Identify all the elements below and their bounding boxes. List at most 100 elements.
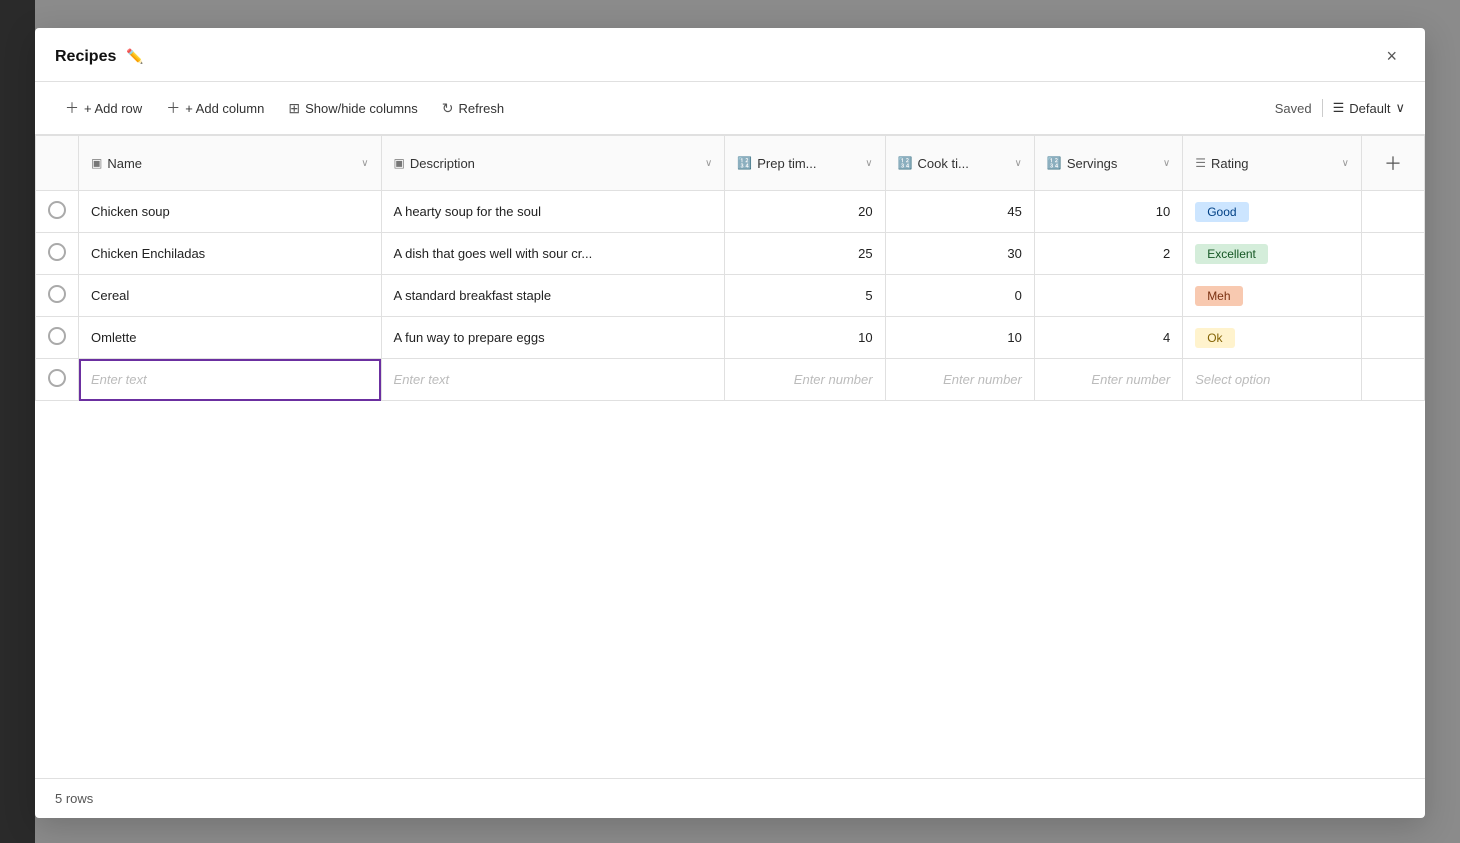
new-row-rating-cell[interactable]: Select option	[1183, 359, 1362, 401]
cell-servings-1[interactable]: 2	[1034, 233, 1182, 275]
cell-servings-2[interactable]	[1034, 275, 1182, 317]
cell-extra-2	[1362, 275, 1425, 317]
prep-col-label: Prep tim...	[757, 156, 816, 171]
cell-prep-1[interactable]: 25	[725, 233, 885, 275]
checkbox-circle-1[interactable]	[48, 243, 66, 261]
new-row-desc-cell[interactable]: Enter text	[381, 359, 725, 401]
default-view-button[interactable]: ☰ Default ∨	[1333, 100, 1405, 116]
list-view-icon: ☰	[1333, 100, 1345, 116]
new-row-checkbox[interactable]	[36, 359, 79, 401]
cell-cook-0[interactable]: 45	[885, 191, 1034, 233]
cell-extra-0	[1362, 191, 1425, 233]
row-checkbox-1[interactable]	[36, 233, 79, 275]
column-header-prep-time[interactable]: 🔢 Prep tim... ∨	[725, 136, 885, 191]
checkbox-header	[36, 136, 79, 191]
new-row-checkbox-circle[interactable]	[48, 369, 66, 387]
add-row-button[interactable]: ＋ + Add row	[55, 92, 152, 124]
checkbox-circle-2[interactable]	[48, 285, 66, 303]
cell-desc-3[interactable]: A fun way to prepare eggs	[381, 317, 725, 359]
recipes-table: ▣ Name ∨ ▣ Description ∨	[35, 135, 1425, 401]
cell-desc-0[interactable]: A hearty soup for the soul	[381, 191, 725, 233]
modal-header: Recipes ✏️ ×	[35, 28, 1425, 82]
column-header-description[interactable]: ▣ Description ∨	[381, 136, 725, 191]
rating-col-label: Rating	[1211, 156, 1249, 171]
cell-rating-0[interactable]: Good	[1183, 191, 1362, 233]
show-hide-columns-button[interactable]: ⊞ Show/hide columns	[278, 94, 427, 123]
cell-extra-3	[1362, 317, 1425, 359]
table-row: Chicken Enchiladas A dish that goes well…	[36, 233, 1425, 275]
desc-col-label: Description	[410, 156, 475, 171]
add-row-icon: ＋	[65, 98, 79, 118]
new-row-name-cell[interactable]: Enter text	[79, 359, 382, 401]
cell-desc-2[interactable]: A standard breakfast staple	[381, 275, 725, 317]
data-table-container: ▣ Name ∨ ▣ Description ∨	[35, 135, 1425, 778]
cook-col-icon: 🔢	[898, 156, 913, 170]
row-checkbox-2[interactable]	[36, 275, 79, 317]
prep-sort-icon[interactable]: ∨	[865, 158, 872, 169]
checkbox-circle-3[interactable]	[48, 327, 66, 345]
cell-prep-2[interactable]: 5	[725, 275, 885, 317]
servings-col-label: Servings	[1067, 156, 1118, 171]
cell-cook-2[interactable]: 0	[885, 275, 1034, 317]
refresh-button[interactable]: ↻ Refresh	[432, 94, 514, 123]
checkbox-circle-0[interactable]	[48, 201, 66, 219]
cell-name-1[interactable]: Chicken Enchiladas	[79, 233, 382, 275]
name-sort-icon[interactable]: ∨	[361, 158, 368, 169]
column-header-name[interactable]: ▣ Name ∨	[79, 136, 382, 191]
close-button[interactable]: ×	[1378, 42, 1405, 71]
chevron-down-icon: ∨	[1395, 100, 1405, 116]
table-footer: 5 rows	[35, 778, 1425, 818]
desc-col-icon: ▣	[394, 156, 405, 170]
add-column-header[interactable]: ＋	[1362, 136, 1425, 191]
cell-rating-2[interactable]: Meh	[1183, 275, 1362, 317]
prep-col-icon: 🔢	[737, 156, 752, 170]
modal-title: Recipes	[55, 48, 116, 66]
saved-label: Saved	[1275, 101, 1312, 116]
row-checkbox-0[interactable]	[36, 191, 79, 233]
toolbar: ＋ + Add row ＋ + Add column ⊞ Show/hide c…	[35, 82, 1425, 135]
desc-sort-icon[interactable]: ∨	[705, 158, 712, 169]
cell-servings-0[interactable]: 10	[1034, 191, 1182, 233]
cell-rating-1[interactable]: Excellent	[1183, 233, 1362, 275]
show-hide-icon: ⊞	[288, 100, 300, 117]
cell-name-3[interactable]: Omlette	[79, 317, 382, 359]
cell-name-2[interactable]: Cereal	[79, 275, 382, 317]
rating-col-icon: ☰	[1195, 156, 1206, 170]
name-col-label: Name	[107, 156, 142, 171]
rating-badge-1: Excellent	[1195, 244, 1268, 264]
new-row: Enter text Enter text Enter number Enter…	[36, 359, 1425, 401]
name-col-icon: ▣	[91, 156, 102, 170]
column-header-rating[interactable]: ☰ Rating ∨	[1183, 136, 1362, 191]
cell-servings-3[interactable]: 4	[1034, 317, 1182, 359]
cook-sort-icon[interactable]: ∨	[1015, 158, 1022, 169]
new-row-servings-cell[interactable]: Enter number	[1034, 359, 1182, 401]
cell-rating-3[interactable]: Ok	[1183, 317, 1362, 359]
cell-cook-3[interactable]: 10	[885, 317, 1034, 359]
cell-name-0[interactable]: Chicken soup	[79, 191, 382, 233]
refresh-icon: ↻	[442, 100, 454, 117]
table-row: Omlette A fun way to prepare eggs 10 10 …	[36, 317, 1425, 359]
table-header-row: ▣ Name ∨ ▣ Description ∨	[36, 136, 1425, 191]
rating-sort-icon[interactable]: ∨	[1342, 158, 1349, 169]
column-header-cook-time[interactable]: 🔢 Cook ti... ∨	[885, 136, 1034, 191]
servings-col-icon: 🔢	[1047, 156, 1062, 170]
cell-prep-0[interactable]: 20	[725, 191, 885, 233]
new-row-prep-cell[interactable]: Enter number	[725, 359, 885, 401]
cell-desc-1[interactable]: A dish that goes well with sour cr...	[381, 233, 725, 275]
rating-badge-2: Meh	[1195, 286, 1242, 306]
add-column-header-button[interactable]: ＋	[1374, 146, 1412, 180]
column-header-servings[interactable]: 🔢 Servings ∨	[1034, 136, 1182, 191]
new-row-cook-cell[interactable]: Enter number	[885, 359, 1034, 401]
new-row-extra	[1362, 359, 1425, 401]
add-column-button[interactable]: ＋ + Add column	[156, 92, 274, 124]
add-column-icon: ＋	[166, 98, 180, 118]
row-checkbox-3[interactable]	[36, 317, 79, 359]
table-row: Chicken soup A hearty soup for the soul …	[36, 191, 1425, 233]
cell-cook-1[interactable]: 30	[885, 233, 1034, 275]
edit-title-icon[interactable]: ✏️	[126, 48, 143, 65]
cell-prep-3[interactable]: 10	[725, 317, 885, 359]
rating-badge-3: Ok	[1195, 328, 1234, 348]
servings-sort-icon[interactable]: ∨	[1163, 158, 1170, 169]
cook-col-label: Cook ti...	[918, 156, 969, 171]
toolbar-divider	[1322, 99, 1323, 117]
